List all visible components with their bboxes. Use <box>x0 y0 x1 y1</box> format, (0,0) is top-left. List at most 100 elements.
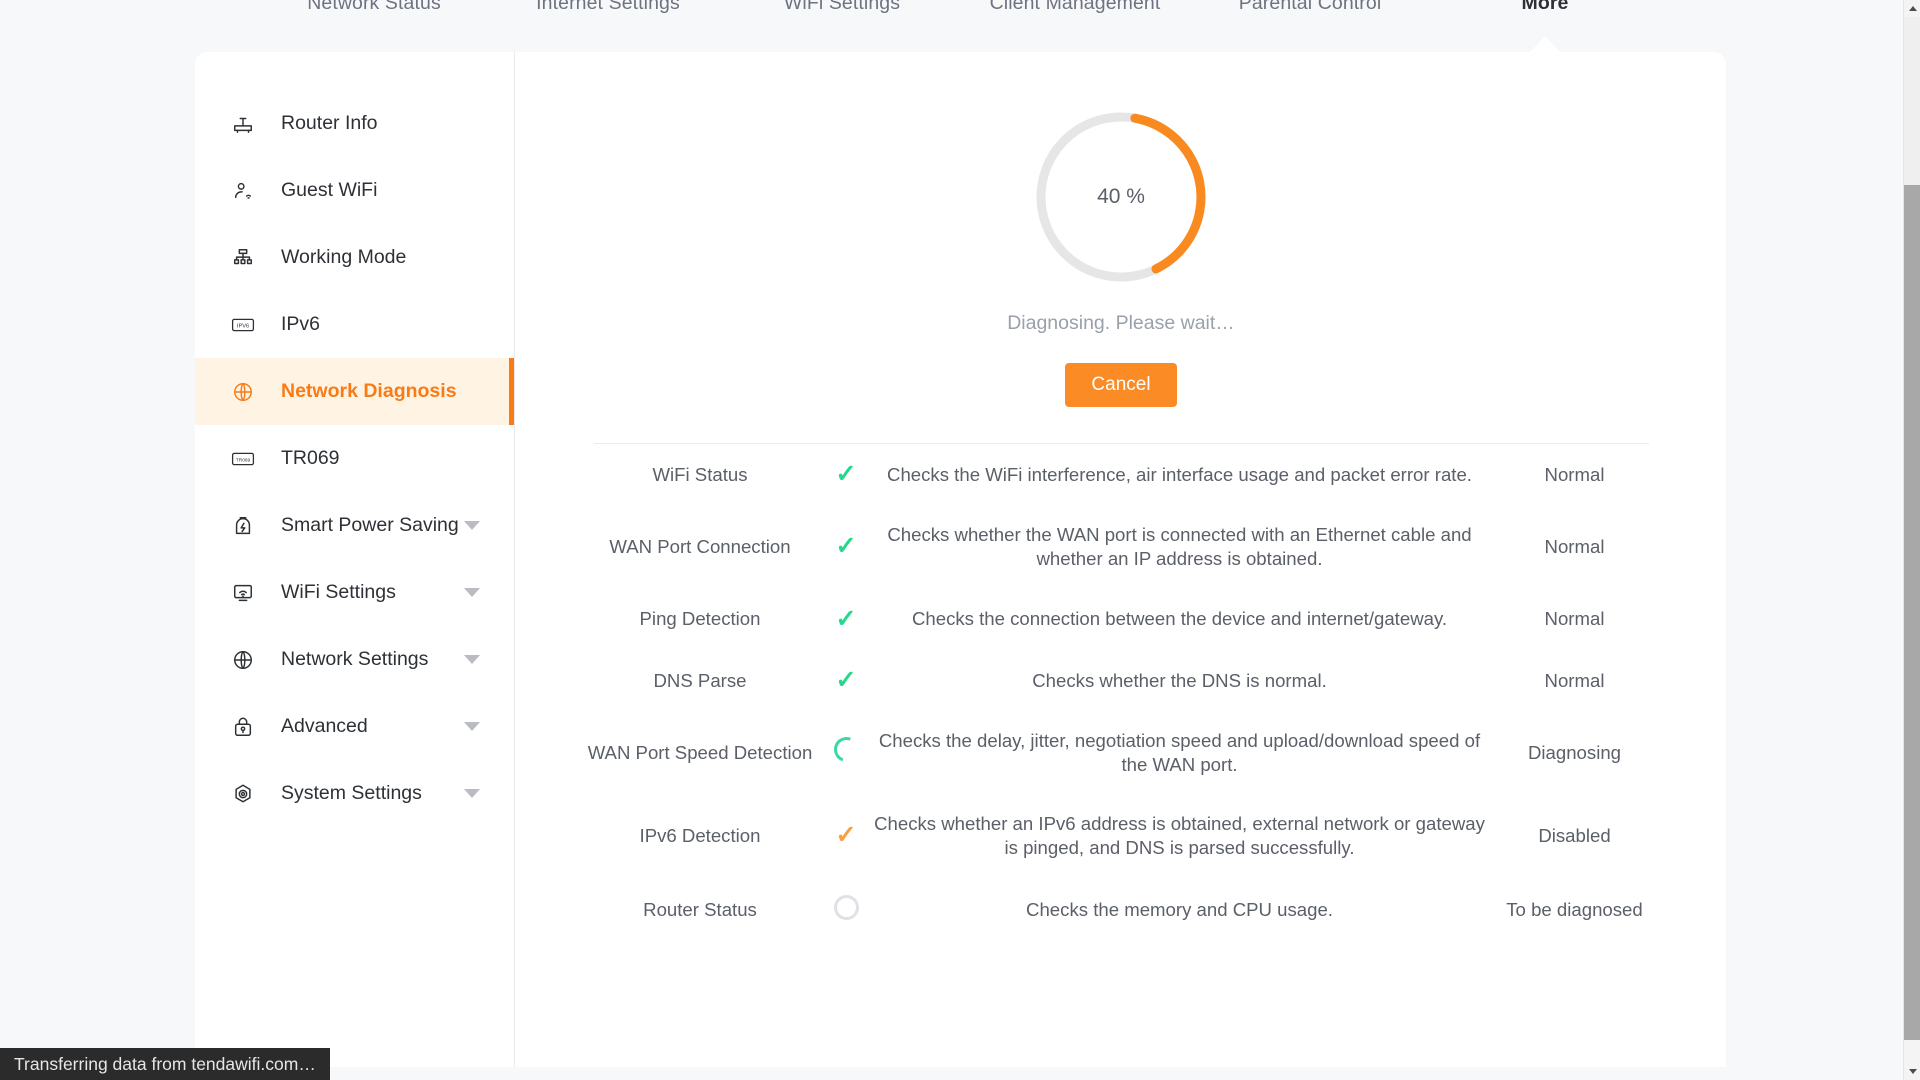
status-badge: Diagnosing <box>1527 741 1622 763</box>
chevron-down-icon[interactable] <box>464 588 480 597</box>
scrollbar-thumb[interactable] <box>1904 185 1920 1040</box>
sidebar-menu: Router Info Guest WiFi Working Mode IPV6 IPv… <box>195 52 515 1067</box>
active-tab-pointer <box>1530 36 1560 52</box>
table-row: Ping Detection ✓ Checks the connection bet… <box>580 589 1662 651</box>
scroll-up-button[interactable] <box>1904 0 1920 17</box>
circle-idle-icon <box>833 894 859 920</box>
sidebar-item-smart-power-saving[interactable]: Smart Power Saving <box>195 492 514 559</box>
diagnosis-item-description: Checks whether the WAN port is connected… <box>887 523 1472 570</box>
sidebar-item-tr069[interactable]: TR069 TR069 <box>195 425 514 492</box>
sidebar-item-working-mode[interactable]: Working Mode <box>195 224 514 291</box>
guest-wifi-icon <box>231 179 255 203</box>
diagnosis-item-name: DNS Parse <box>653 669 747 691</box>
diagnosis-status-text: Diagnosing. Please wait… <box>1007 312 1235 334</box>
lock-icon <box>231 715 255 739</box>
sidebar-item-router-info[interactable]: Router Info <box>195 90 514 157</box>
svg-text:TR069: TR069 <box>236 457 251 463</box>
top-navigation-bar: Network Status Internet Settings WiFi Sett… <box>0 0 1903 52</box>
sidebar-item-label: Network Diagnosis <box>281 380 457 402</box>
chevron-down-icon[interactable] <box>464 722 480 731</box>
globe-icon <box>231 380 255 404</box>
top-navigation-tabs: Network Status Internet Settings WiFi Sett… <box>0 0 1903 52</box>
nav-tab-internet-settings[interactable]: Internet Settings <box>536 0 680 20</box>
sidebar-item-label: WiFi Settings <box>281 581 396 603</box>
nav-tab-more[interactable]: More <box>1522 0 1569 20</box>
sidebar-item-label: Guest WiFi <box>281 179 378 201</box>
diagnosis-item-icon-cell: ✓ <box>820 589 872 651</box>
sidebar-item-label: TR069 <box>281 447 340 469</box>
wifi-signal-icon <box>231 581 255 605</box>
table-row: IPv6 Detection ✓ Checks whether an IPv6 ad… <box>580 795 1662 878</box>
nav-tab-wifi-settings[interactable]: WiFi Settings <box>784 0 900 20</box>
status-bar-text: Transferring data from tendawifi.com… <box>14 1053 316 1074</box>
sidebar-item-system-settings[interactable]: System Settings <box>195 760 514 827</box>
power-saving-icon <box>231 514 255 538</box>
sidebar-item-label: Router Info <box>281 112 378 134</box>
table-row: Router Status Checks the memory and CPU u… <box>580 878 1662 944</box>
tr069-icon: TR069 <box>231 447 255 471</box>
diagnosis-item-icon-cell: ✓ <box>820 444 872 506</box>
status-badge: To be diagnosed <box>1506 899 1643 921</box>
sidebar-item-label: Advanced <box>281 715 368 737</box>
sidebar-item-label: System Settings <box>281 782 422 804</box>
svg-text:IPV6: IPV6 <box>237 323 249 329</box>
chevron-down-icon[interactable] <box>464 521 480 530</box>
progress-percent-label: 40 % <box>1097 185 1145 208</box>
table-row: WAN Port Speed Detection Checks the delay… <box>580 712 1662 795</box>
ipv6-icon: IPV6 <box>231 313 255 337</box>
nav-tab-network-status[interactable]: Network Status <box>307 0 441 20</box>
router-icon <box>231 112 255 136</box>
sidebar-item-label: Smart Power Saving <box>281 514 459 536</box>
sidebar-item-ipv6[interactable]: IPV6 IPv6 <box>195 291 514 358</box>
status-badge: Normal <box>1544 535 1605 557</box>
sidebar-item-label: Working Mode <box>281 246 407 268</box>
chevron-up-icon <box>1908 6 1917 11</box>
diagnosis-item-description: Checks whether the DNS is normal. <box>1032 669 1327 691</box>
main-content-card: Router Info Guest WiFi Working Mode IPV6 IPv… <box>195 52 1726 1067</box>
diagnosis-item-description: Checks the connection between the device… <box>911 608 1448 630</box>
working-mode-icon <box>231 246 255 270</box>
progress-ring: 40 % <box>1032 108 1210 286</box>
sidebar-item-advanced[interactable]: Advanced <box>195 693 514 760</box>
diagnosis-item-icon-cell: ✓ <box>820 506 872 589</box>
diagnosis-item-icon-cell: ✓ <box>820 650 872 712</box>
diagnosis-item-description: Checks the memory and CPU usage. <box>1026 899 1333 921</box>
sidebar-item-network-diagnosis[interactable]: Network Diagnosis <box>195 358 514 425</box>
diagnosis-item-description: Checks whether an IPv6 address is obtain… <box>874 812 1485 859</box>
network-diagnosis-pane: 40 % Diagnosing. Please wait… Cancel WiF… <box>516 52 1726 1067</box>
sidebar-item-guest-wifi[interactable]: Guest WiFi <box>195 157 514 224</box>
browser-status-bar: Transferring data from tendawifi.com… <box>0 1048 330 1080</box>
globe-icon <box>231 648 255 672</box>
diagnosis-item-icon-cell <box>820 878 872 944</box>
diagnosis-item-name: WAN Port Connection <box>609 535 791 557</box>
sidebar-item-network-settings[interactable]: Network Settings <box>195 626 514 693</box>
check-green-icon: ✓ <box>835 532 857 561</box>
diagnosis-table: WiFi Status ✓ Checks the WiFi interference… <box>580 444 1662 943</box>
chevron-down-icon <box>1908 1069 1917 1074</box>
status-badge: Disabled <box>1538 824 1611 846</box>
check-green-icon: ✓ <box>835 460 857 488</box>
spinner-icon <box>829 733 863 767</box>
nav-tab-client-management[interactable]: Client Management <box>990 0 1161 20</box>
scrollbar-track-upper[interactable] <box>1904 17 1920 185</box>
sidebar-item-wifi-settings[interactable]: WiFi Settings <box>195 559 514 626</box>
table-row: WAN Port Connection ✓ Checks whether the W… <box>580 506 1662 589</box>
table-row: DNS Parse ✓ Checks whether the DNS is norm… <box>580 650 1662 712</box>
diagnosis-item-name: WAN Port Speed Detection <box>587 741 813 763</box>
gear-icon <box>231 782 255 806</box>
chevron-down-icon[interactable] <box>464 789 480 798</box>
table-row: WiFi Status ✓ Checks the WiFi interference… <box>580 444 1662 506</box>
diagnosis-item-name: IPv6 Detection <box>639 824 761 846</box>
cancel-button[interactable]: Cancel <box>1065 363 1177 407</box>
check-green-icon: ✓ <box>835 604 857 633</box>
status-badge: Normal <box>1544 608 1605 630</box>
page-scrollbar[interactable] <box>1903 0 1920 1080</box>
status-badge: Normal <box>1544 669 1605 691</box>
status-badge: Normal <box>1544 463 1605 485</box>
sidebar-item-label: IPv6 <box>281 313 321 335</box>
scroll-down-button[interactable] <box>1904 1063 1920 1080</box>
chevron-down-icon[interactable] <box>464 655 480 664</box>
progress-section: 40 % Diagnosing. Please wait… Cancel <box>516 108 1726 407</box>
nav-tab-parental-control[interactable]: Parental Control <box>1239 0 1382 20</box>
browser-viewport: Network Status Internet Settings WiFi Sett… <box>0 0 1920 1080</box>
